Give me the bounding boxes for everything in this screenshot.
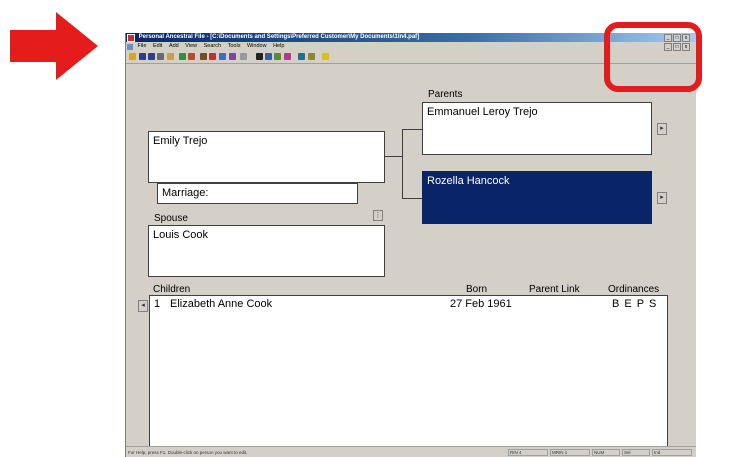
save-icon[interactable] bbox=[139, 53, 146, 60]
individual-list-icon[interactable] bbox=[209, 53, 216, 60]
paf-window: Personal Ancestral File - [C:\Documents … bbox=[125, 33, 696, 457]
status-help-text: For Help, press F1. Double-click on pers… bbox=[128, 450, 248, 455]
status-ind: Ind bbox=[652, 449, 692, 456]
father-scroll-button[interactable]: ▸ bbox=[657, 123, 667, 135]
spouse-label: Spouse bbox=[154, 213, 188, 224]
notes-icon[interactable] bbox=[298, 53, 305, 60]
paf-app-icon bbox=[127, 33, 135, 42]
family-view-icon[interactable] bbox=[188, 53, 195, 60]
child-number: 1 bbox=[154, 298, 161, 310]
menu-view[interactable]: View bbox=[185, 43, 197, 49]
print-icon[interactable] bbox=[157, 53, 164, 60]
status-bar: For Help, press F1. Double-click on pers… bbox=[126, 446, 696, 457]
child-ordinances: B E P S bbox=[612, 298, 658, 310]
tree-icon[interactable] bbox=[274, 53, 281, 60]
child-name: Elizabeth Anne Cook bbox=[170, 298, 273, 310]
pedigree-view-icon[interactable] bbox=[200, 53, 207, 60]
menu-tools[interactable]: Tools bbox=[228, 43, 241, 49]
merge-icon[interactable] bbox=[308, 53, 315, 60]
menu-add[interactable]: Add bbox=[169, 43, 179, 49]
mother-box[interactable]: Rozella Hancock bbox=[422, 171, 652, 224]
menu-search[interactable]: Search bbox=[204, 43, 221, 49]
save-as-icon[interactable] bbox=[148, 53, 155, 60]
open-icon[interactable] bbox=[129, 53, 136, 60]
multimedia-icon[interactable] bbox=[229, 53, 236, 60]
backup-icon[interactable] bbox=[167, 53, 174, 60]
menu-edit[interactable]: Edit bbox=[153, 43, 162, 49]
relationship-icon[interactable] bbox=[240, 53, 247, 60]
connector-line bbox=[385, 156, 403, 157]
individual-box[interactable]: Emily Trejo bbox=[148, 131, 385, 183]
mother-scroll-button[interactable]: ▸ bbox=[657, 192, 667, 204]
family-list-icon[interactable] bbox=[219, 53, 226, 60]
search-icon[interactable] bbox=[265, 53, 272, 60]
menu-help[interactable]: Help bbox=[273, 43, 284, 49]
sources-icon[interactable] bbox=[284, 53, 291, 60]
child-born: 27 Feb 1961 bbox=[450, 298, 512, 310]
father-box[interactable]: Emmanuel Leroy Trejo bbox=[422, 102, 652, 155]
spouse-select-button[interactable]: ⋮ bbox=[373, 210, 383, 221]
connector-line bbox=[402, 129, 422, 130]
red-arrow-annotation bbox=[10, 12, 98, 80]
parents-label: Parents bbox=[428, 89, 463, 100]
status-sel: Sel bbox=[622, 449, 650, 456]
document-icon bbox=[127, 43, 133, 50]
children-list[interactable]: 1 Elizabeth Anne Cook 27 Feb 1961 B E P … bbox=[149, 295, 668, 452]
menu-window[interactable]: Window bbox=[247, 43, 267, 49]
born-header: Born bbox=[466, 284, 488, 295]
status-rin: RIN 4 bbox=[508, 449, 548, 456]
menu-file[interactable]: File bbox=[138, 43, 147, 49]
gedcom-icon[interactable] bbox=[179, 53, 186, 60]
status-mrin: MRIN 1 bbox=[550, 449, 590, 456]
find-icon[interactable] bbox=[256, 53, 263, 60]
child-scroll-button[interactable]: ◂ bbox=[138, 300, 148, 312]
window-title: Personal Ancestral File - [C:\Documents … bbox=[138, 34, 420, 40]
status-num: NUM bbox=[592, 449, 620, 456]
spouse-box[interactable]: Louis Cook bbox=[148, 225, 385, 277]
connector-line bbox=[402, 129, 403, 198]
ordinances-header: Ordinances bbox=[608, 284, 660, 295]
help-icon[interactable] bbox=[322, 53, 329, 60]
marriage-field[interactable]: Marriage: bbox=[157, 183, 358, 204]
window-controls-highlight bbox=[604, 22, 702, 92]
parent-link-header: Parent Link bbox=[529, 284, 580, 295]
connector-line bbox=[402, 198, 422, 199]
children-header: Children bbox=[153, 284, 191, 295]
